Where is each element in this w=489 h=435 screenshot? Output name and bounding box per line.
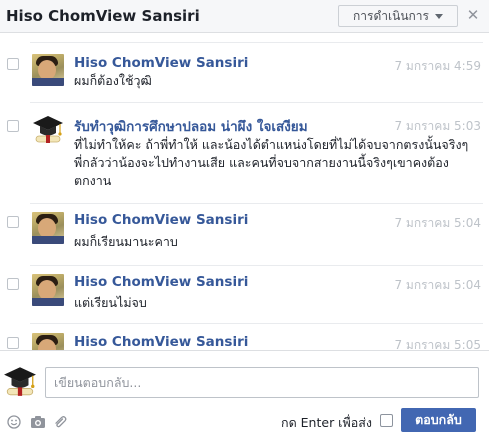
conversation-title: Hiso ChomView Sansiri xyxy=(6,7,200,25)
message-timestamp: 7 มกราคม 5:04 xyxy=(394,278,481,292)
message-text: ที่ไม่ทำให้คะ ถ้าพี่ทำให้ และน้องได้ตำแห… xyxy=(74,137,469,188)
message-select-checkbox[interactable] xyxy=(7,120,19,132)
avatar xyxy=(3,364,37,398)
emoji-icon[interactable] xyxy=(7,414,23,429)
message-timestamp: 7 มกราคม 5:04 xyxy=(394,216,481,230)
message-item: รับทำวุฒิการศึกษาปลอม น่าผึง ใจเสงียม 7 … xyxy=(0,95,489,199)
avatar[interactable] xyxy=(32,274,64,306)
press-enter-label: กด Enter เพื่อส่ง xyxy=(281,415,372,430)
message-text: ผมก็เรียนมานะคาบ xyxy=(74,234,178,249)
reply-button[interactable]: ตอบกลับ xyxy=(401,408,476,432)
reply-input[interactable] xyxy=(45,367,479,398)
actions-label: การดำเนินการ xyxy=(353,8,429,23)
conversation-header: Hiso ChomView Sansiri การดำเนินการ ✕ xyxy=(0,0,489,33)
avatar[interactable] xyxy=(32,54,64,86)
sender-name[interactable]: Hiso ChomView Sansiri xyxy=(74,55,248,71)
sender-name[interactable]: รับทำวุฒิการศึกษาปลอม น่าผึง ใจเสงียม xyxy=(74,115,308,137)
press-enter-checkbox[interactable] xyxy=(380,414,393,427)
sender-name[interactable]: Hiso ChomView Sansiri xyxy=(74,212,248,228)
message-select-checkbox[interactable] xyxy=(7,337,19,349)
divider xyxy=(30,42,483,43)
sender-name[interactable]: Hiso ChomView Sansiri xyxy=(74,334,248,350)
actions-dropdown-button[interactable]: การดำเนินการ xyxy=(338,5,458,27)
message-text: ผมก็ต้องใช้วุฒิ xyxy=(74,73,152,88)
attachment-icon[interactable] xyxy=(53,414,69,428)
message-select-checkbox[interactable] xyxy=(7,58,19,70)
message-timestamp: 7 มกราคม 5:05 xyxy=(394,338,481,350)
message-item: Hiso ChomView Sansiri 7 มกราคม 5:04 แต่เ… xyxy=(0,261,489,321)
divider xyxy=(30,323,483,324)
divider xyxy=(30,102,483,103)
divider xyxy=(30,203,483,204)
message-timestamp: 7 มกราคม 5:03 xyxy=(394,119,481,133)
message-select-checkbox[interactable] xyxy=(7,216,19,228)
message-item: Hiso ChomView Sansiri 7 มกราคม 5:04 ผมก็… xyxy=(0,199,489,261)
sender-name[interactable]: Hiso ChomView Sansiri xyxy=(74,274,248,290)
close-icon[interactable]: ✕ xyxy=(466,7,480,23)
message-item: Hiso ChomView Sansiri 7 มกราคม 4:59 ผมก็… xyxy=(0,33,489,95)
message-text: แต่เรียนไม่จบ xyxy=(74,295,147,310)
message-item: Hiso ChomView Sansiri 7 มกราคม 5:05 xyxy=(0,321,489,350)
reply-composer: กด Enter เพื่อส่ง ตอบกลับ xyxy=(0,350,489,435)
avatar[interactable] xyxy=(32,212,64,244)
message-list[interactable]: Hiso ChomView Sansiri 7 มกราคม 4:59 ผมก็… xyxy=(0,33,489,350)
avatar[interactable] xyxy=(32,113,64,145)
camera-icon[interactable] xyxy=(30,414,46,428)
avatar[interactable] xyxy=(32,333,64,350)
divider xyxy=(30,265,483,266)
message-select-checkbox[interactable] xyxy=(7,278,19,290)
graduation-cap-icon xyxy=(33,116,63,143)
graduation-cap-icon xyxy=(4,367,36,396)
caret-down-icon xyxy=(434,13,443,19)
